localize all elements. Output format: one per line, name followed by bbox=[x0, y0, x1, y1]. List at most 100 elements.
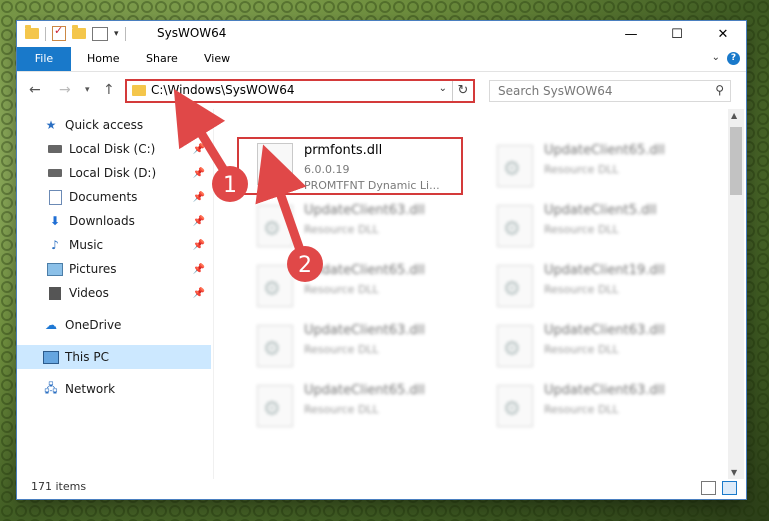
cloud-icon: ☁ bbox=[45, 318, 57, 332]
file-description: Resource DLL bbox=[544, 163, 619, 176]
search-input[interactable]: Search SysWOW64 ⚲ bbox=[489, 80, 731, 102]
sidebar-item-label: Pictures bbox=[69, 262, 117, 276]
pictures-icon bbox=[47, 262, 63, 276]
file-item[interactable]: UpdateClient63.dll Resource DLL bbox=[477, 377, 697, 433]
network-icon: 🖧 bbox=[44, 380, 58, 395]
customize-icon[interactable] bbox=[92, 26, 108, 41]
file-description: Resource DLL bbox=[304, 403, 379, 416]
quick-access-toolbar: ▾ bbox=[25, 24, 126, 41]
file-item[interactable]: UpdateClient63.dll Resource DLL bbox=[237, 317, 457, 373]
expand-ribbon-icon[interactable]: ⌄ bbox=[712, 52, 720, 63]
file-description: Resource DLL bbox=[544, 343, 619, 356]
file-name: UpdateClient63.dll bbox=[304, 203, 425, 218]
tab-home[interactable]: Home bbox=[87, 47, 119, 71]
pin-icon[interactable]: 📌 bbox=[193, 216, 205, 227]
sidebar-item-label: Music bbox=[69, 238, 104, 252]
title-bar[interactable]: ▾ SysWOW64 — ☐ ✕ bbox=[17, 21, 746, 47]
maximize-button[interactable]: ☐ bbox=[654, 21, 700, 47]
tab-share[interactable]: Share bbox=[146, 47, 178, 71]
file-name: UpdateClient63.dll bbox=[544, 323, 665, 338]
sidebar-item-local-disk-d[interactable]: Local Disk (D:) 📌 bbox=[17, 161, 211, 185]
file-item[interactable]: UpdateClient65.dll Resource DLL bbox=[237, 377, 457, 433]
window-title: SysWOW64 bbox=[157, 26, 227, 40]
sidebar-item-local-disk-c[interactable]: Local Disk (C:) 📌 bbox=[17, 137, 211, 161]
file-description: Resource DLL bbox=[544, 223, 619, 236]
scroll-thumb[interactable] bbox=[730, 127, 742, 195]
scroll-down-icon[interactable]: ▼ bbox=[731, 468, 737, 477]
file-item[interactable]: UpdateClient65.dll Resource DLL bbox=[237, 257, 457, 313]
pin-icon[interactable]: 📌 bbox=[193, 144, 205, 155]
new-folder-icon[interactable] bbox=[72, 25, 86, 39]
sidebar-item-label: Documents bbox=[69, 190, 138, 204]
help-button[interactable]: ? bbox=[727, 52, 740, 65]
computer-icon bbox=[43, 350, 59, 364]
file-item[interactable]: UpdateClient63.dll Resource DLL bbox=[477, 317, 697, 373]
large-icons-view-icon[interactable] bbox=[722, 481, 737, 495]
file-explorer-window: ▾ SysWOW64 — ☐ ✕ File Home Share View ⌄ … bbox=[17, 21, 746, 499]
sidebar-item-onedrive[interactable]: ☁ OneDrive bbox=[17, 313, 211, 337]
file-item[interactable]: UpdateClient19.dll Resource DLL bbox=[477, 257, 697, 313]
file-description: Resource DLL bbox=[544, 403, 619, 416]
search-icon[interactable]: ⚲ bbox=[715, 83, 724, 97]
videos-icon bbox=[47, 286, 63, 300]
chevron-down-icon[interactable]: ▾ bbox=[114, 29, 119, 39]
sidebar-item-quick-access[interactable]: ★ Quick access bbox=[17, 113, 211, 137]
star-icon: ★ bbox=[45, 118, 57, 132]
highlight-box bbox=[237, 137, 463, 195]
tab-file[interactable]: File bbox=[17, 47, 71, 71]
search-placeholder: Search SysWOW64 bbox=[498, 84, 613, 98]
status-bar: 171 items bbox=[17, 477, 746, 499]
vertical-scrollbar[interactable]: ▲ ▼ bbox=[728, 109, 744, 479]
recent-locations-icon[interactable]: ▾ bbox=[85, 85, 90, 95]
sidebar-item-this-pc[interactable]: This PC bbox=[17, 345, 211, 369]
address-path[interactable]: C:\Windows\SysWOW64 bbox=[151, 83, 295, 97]
folder-icon bbox=[132, 85, 146, 96]
back-arrow-icon[interactable]: ← bbox=[29, 82, 41, 98]
sidebar-item-network[interactable]: 🖧 Network bbox=[17, 377, 211, 401]
download-icon: ⬇ bbox=[49, 214, 61, 228]
file-list: prmfonts.dll 6.0.0.19 PROMTFNT Dynamic L… bbox=[217, 109, 727, 479]
dll-file-icon bbox=[497, 265, 533, 307]
dll-file-icon bbox=[257, 325, 293, 367]
file-name: UpdateClient63.dll bbox=[544, 383, 665, 398]
music-icon: ♪ bbox=[51, 238, 59, 252]
minimize-button[interactable]: — bbox=[608, 21, 654, 47]
tab-view[interactable]: View bbox=[204, 47, 230, 71]
forward-arrow-icon[interactable]: → bbox=[59, 82, 71, 98]
file-description: Resource DLL bbox=[544, 283, 619, 296]
pin-icon[interactable]: 📌 bbox=[193, 264, 205, 275]
scroll-up-icon[interactable]: ▲ bbox=[731, 111, 737, 120]
dll-file-icon bbox=[257, 205, 293, 247]
address-bar[interactable]: C:\Windows\SysWOW64 ⌄ ↻ bbox=[125, 79, 475, 103]
file-item[interactable]: UpdateClient63.dll Resource DLL bbox=[237, 197, 457, 253]
sidebar-item-videos[interactable]: Videos 📌 bbox=[17, 281, 211, 305]
window-controls: — ☐ ✕ bbox=[608, 21, 746, 47]
chevron-down-icon[interactable]: ⌄ bbox=[439, 83, 447, 94]
pin-icon[interactable]: 📌 bbox=[193, 240, 205, 251]
sidebar-item-music[interactable]: ♪ Music 📌 bbox=[17, 233, 211, 257]
up-arrow-icon[interactable]: ↑ bbox=[103, 82, 115, 98]
refresh-icon[interactable]: ↻ bbox=[452, 81, 473, 101]
properties-icon[interactable] bbox=[52, 24, 66, 41]
file-item[interactable]: UpdateClient5.dll Resource DLL bbox=[477, 197, 697, 253]
file-name: UpdateClient65.dll bbox=[544, 143, 665, 158]
dll-file-icon bbox=[497, 385, 533, 427]
file-item[interactable]: UpdateClient65.dll Resource DLL bbox=[477, 137, 697, 193]
sidebar-item-downloads[interactable]: ⬇ Downloads 📌 bbox=[17, 209, 211, 233]
sidebar-item-pictures[interactable]: Pictures 📌 bbox=[17, 257, 211, 281]
navigation-pane: ★ Quick access Local Disk (C:) 📌 Local D… bbox=[17, 109, 213, 475]
file-description: Resource DLL bbox=[304, 223, 379, 236]
file-name: UpdateClient5.dll bbox=[544, 203, 657, 218]
navigation-bar: ← → ▾ ↑ C:\Windows\SysWOW64 ⌄ ↻ Search S… bbox=[17, 72, 746, 108]
details-view-icon[interactable] bbox=[701, 481, 716, 495]
pin-icon[interactable]: 📌 bbox=[193, 288, 205, 299]
file-name: UpdateClient63.dll bbox=[304, 323, 425, 338]
sidebar-item-label: This PC bbox=[65, 350, 109, 364]
sidebar-item-label: Local Disk (D:) bbox=[69, 166, 157, 180]
pin-icon[interactable]: 📌 bbox=[193, 192, 205, 203]
ribbon-tabs: File Home Share View ⌄ ? bbox=[17, 47, 746, 72]
file-description: Resource DLL bbox=[304, 343, 379, 356]
pin-icon[interactable]: 📌 bbox=[193, 168, 205, 179]
close-button[interactable]: ✕ bbox=[700, 21, 746, 47]
sidebar-item-documents[interactable]: Documents 📌 bbox=[17, 185, 211, 209]
